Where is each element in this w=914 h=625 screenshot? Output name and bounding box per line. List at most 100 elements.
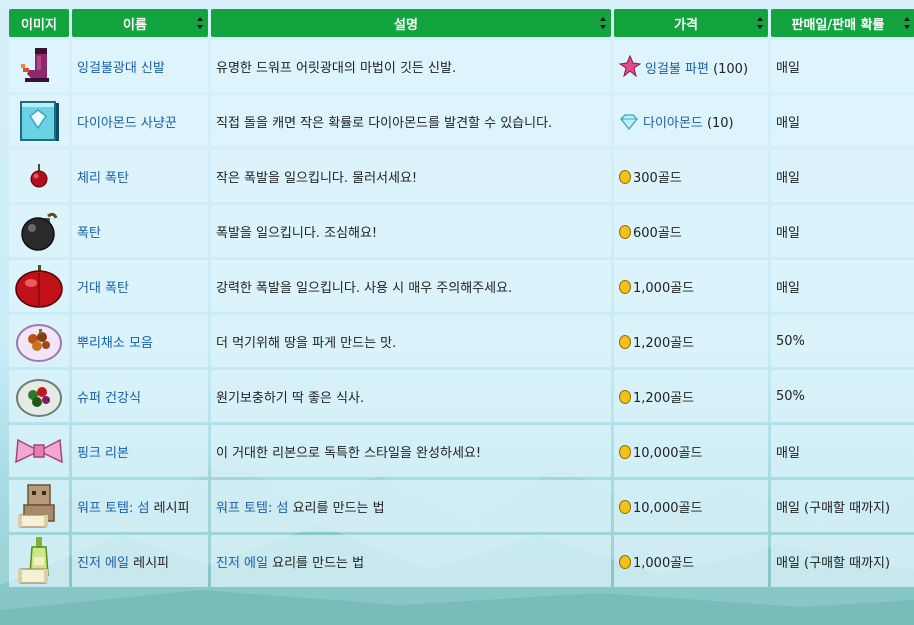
- item-name-link[interactable]: 슈퍼 건강식: [77, 391, 141, 406]
- item-description-cell: 강력한 폭발을 일으킵니다. 사용 시 매우 주의해주세요.: [211, 260, 611, 312]
- table-row: 핑크 리본 이 거대한 리본으로 독특한 스타일을 완성하세요! 10,000골드 매…: [9, 425, 914, 477]
- item-sold-cell: 매일: [771, 150, 914, 202]
- sort-icon[interactable]: [197, 17, 203, 29]
- item-sold-cell: 매일: [771, 425, 914, 477]
- item-sold-cell: 매일: [771, 260, 914, 312]
- description-text: 강력한 폭발을 일으킵니다. 사용 시 매우 주의해주세요.: [216, 280, 513, 296]
- item-name-cell: 거대 폭탄: [72, 260, 208, 312]
- item-price-cell: 10,000골드: [614, 425, 768, 477]
- price-item-link[interactable]: 다이아몬드: [643, 116, 703, 131]
- item-description-cell: 원기보충하기 딱 좋은 식사.: [211, 370, 611, 422]
- item-image-cell: [9, 205, 69, 257]
- sold-text: 매일: [776, 60, 800, 76]
- item-name-link[interactable]: 잉걸불광대 신발: [77, 61, 165, 76]
- item-name-link[interactable]: 워프 토템: 섬: [77, 501, 149, 516]
- sold-text: 매일: [776, 115, 800, 131]
- description-text: 더 먹기위해 땅을 파게 만드는 맛.: [216, 335, 397, 351]
- price-text: 1,000골드: [633, 555, 695, 571]
- item-image-cell: [9, 425, 69, 477]
- item-description-cell: 작은 폭발을 일으킵니다. 물러서세요!: [211, 150, 611, 202]
- sort-icon[interactable]: [757, 17, 763, 29]
- bomb-icon[interactable]: [9, 208, 69, 254]
- price-text: 10,000골드: [633, 500, 703, 516]
- item-name-link[interactable]: 뿌리채소 모음: [77, 336, 153, 351]
- item-price-cell: 300골드: [614, 150, 768, 202]
- sold-text: 50%: [776, 388, 805, 404]
- description-link[interactable]: 워프 토템: 섬: [216, 501, 288, 516]
- diamond-book-icon[interactable]: [9, 98, 69, 144]
- item-name-cell: 워프 토템: 섬 레시피: [72, 480, 208, 532]
- item-name-link[interactable]: 거대 폭탄: [77, 281, 129, 296]
- col-header-price[interactable]: 가격: [614, 9, 768, 37]
- item-image-cell: [9, 260, 69, 312]
- item-sold-cell: 매일 (구매할 때까지): [771, 480, 914, 532]
- table-row: 다이아몬드 사냥꾼 직접 돌을 캐면 작은 확률로 다이아몬드를 발견할 수 있습…: [9, 95, 914, 147]
- ginger-ale-recipe-icon[interactable]: [9, 535, 69, 587]
- item-price-cell: 다이아몬드 (10): [614, 95, 768, 147]
- item-image-cell: [9, 95, 69, 147]
- item-name-link[interactable]: 폭탄: [77, 226, 101, 241]
- item-sold-cell: 매일: [771, 95, 914, 147]
- item-description-cell: 유명한 드워프 어릿광대의 마법이 깃든 신발.: [211, 40, 611, 92]
- item-price-cell: 잉걸불 파편 (100): [614, 40, 768, 92]
- item-name-cell: 진저 에일 레시피: [72, 535, 208, 587]
- root-platter-icon[interactable]: [9, 319, 69, 363]
- price-text: 600골드: [633, 225, 682, 241]
- table-row: 진저 에일 레시피 진저 에일 요리를 만드는 법 1,000골드 매일 (구매할 때…: [9, 535, 914, 587]
- item-sold-cell: 매일 (구매할 때까지): [771, 535, 914, 587]
- item-price-cell: 600골드: [614, 205, 768, 257]
- price-text: (100): [708, 62, 749, 77]
- item-name-link[interactable]: 진저 에일: [77, 556, 129, 571]
- description-text: 직접 돌을 캐면 작은 확률로 다이아몬드를 발견할 수 있습니다.: [216, 115, 553, 131]
- coin-icon: [619, 389, 631, 404]
- table-row: 폭탄 폭발을 일으킵니다. 조심해요! 600골드 매일: [9, 205, 914, 257]
- price-text: 1,200골드: [633, 390, 695, 406]
- item-name-cell: 슈퍼 건강식: [72, 370, 208, 422]
- item-name-link[interactable]: 핑크 리본: [77, 446, 129, 461]
- item-sold-cell: 50%: [771, 370, 914, 422]
- item-name-link[interactable]: 체리 폭탄: [77, 171, 129, 186]
- col-header-description[interactable]: 설명: [211, 9, 611, 37]
- col-header-sold[interactable]: 판매일/판매 확률: [771, 9, 914, 37]
- pink-bow-icon[interactable]: [9, 436, 69, 466]
- item-sold-cell: 50%: [771, 315, 914, 367]
- description-link[interactable]: 진저 에일: [216, 556, 268, 571]
- item-price-cell: 10,000골드: [614, 480, 768, 532]
- item-name-link[interactable]: 다이아몬드 사냥꾼: [77, 116, 177, 131]
- description-text: 이 거대한 리본으로 독특한 스타일을 완성하세요!: [216, 445, 482, 461]
- item-image-cell: [9, 150, 69, 202]
- price-item-link[interactable]: 잉걸불 파편: [645, 62, 709, 77]
- item-name-cell: 체리 폭탄: [72, 150, 208, 202]
- mega-bomb-icon[interactable]: [9, 263, 69, 309]
- item-image-cell: [9, 315, 69, 367]
- sold-text: 매일: [776, 280, 800, 296]
- sold-text: 매일: [776, 225, 800, 241]
- coin-icon: [619, 224, 631, 239]
- super-meal-icon[interactable]: [9, 374, 69, 418]
- item-name-cell: 잉걸불광대 신발: [72, 40, 208, 92]
- warp-totem-recipe-icon[interactable]: [9, 481, 69, 531]
- sort-icon[interactable]: [600, 17, 606, 29]
- item-description-cell: 진저 에일 요리를 만드는 법: [211, 535, 611, 587]
- item-name-cell: 뿌리채소 모음: [72, 315, 208, 367]
- sort-icon[interactable]: [904, 17, 910, 29]
- item-description-cell: 직접 돌을 캐면 작은 확률로 다이아몬드를 발견할 수 있습니다.: [211, 95, 611, 147]
- shop-table: 이미지 이름 설명 가격 판매일/판매 확률 잉걸불광대 신발 유명한 드워프 어…: [6, 6, 914, 590]
- item-name-suffix: 레시피: [149, 500, 190, 516]
- col-header-name[interactable]: 이름: [72, 9, 208, 37]
- coin-icon: [619, 444, 631, 459]
- sold-text: 매일: [776, 445, 800, 461]
- boots-icon[interactable]: [9, 44, 69, 88]
- item-description-cell: 이 거대한 리본으로 독특한 스타일을 완성하세요!: [211, 425, 611, 477]
- coin-icon: [619, 279, 631, 294]
- coin-icon: [619, 499, 631, 514]
- cherry-bomb-icon[interactable]: [9, 161, 69, 191]
- item-price-cell: 1,200골드: [614, 370, 768, 422]
- item-sold-cell: 매일: [771, 40, 914, 92]
- shop-table-container: 이미지 이름 설명 가격 판매일/판매 확률 잉걸불광대 신발 유명한 드워프 어…: [6, 6, 914, 590]
- description-text: 요리를 만드는 법: [267, 555, 365, 571]
- sold-text: 50%: [776, 333, 805, 349]
- item-description-cell: 더 먹기위해 땅을 파게 만드는 맛.: [211, 315, 611, 367]
- item-price-cell: 1,000골드: [614, 260, 768, 312]
- table-row: 워프 토템: 섬 레시피 워프 토템: 섬 요리를 만드는 법 10,000골드 매일…: [9, 480, 914, 532]
